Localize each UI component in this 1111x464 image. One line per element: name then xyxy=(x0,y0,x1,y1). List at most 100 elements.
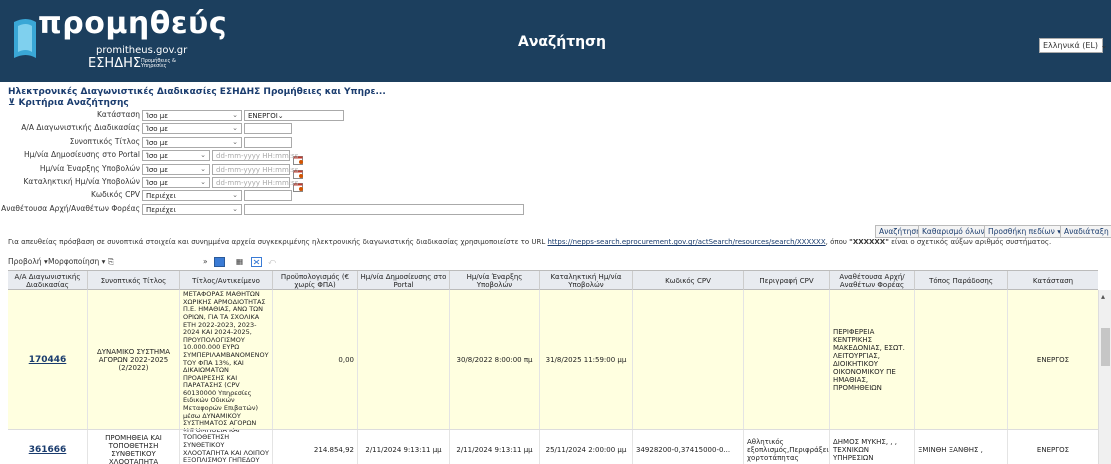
operator-select[interactable]: Ίσο με ⌄ xyxy=(142,110,242,121)
date-input[interactable]: dd-mm-yyyy HH:mm:ss xyxy=(212,150,298,161)
cell-cpv: 34928200-0,37415000-0... xyxy=(633,430,744,464)
chevron-down-icon: ⌄ xyxy=(200,165,206,173)
criteria-section-toggle[interactable]: ⊻ Κριτήρια Αναζήτησης xyxy=(8,98,129,108)
cell-end-date: 31/8/2025 11:59:00 μμ xyxy=(540,290,633,429)
cell-authority: ΠΕΡΙΦΕΡΕΙΑ ΚΕΝΤΡΙΚΗΣ ΜΑΚΕΔΟΝΙΑΣ, ΕΣΩΤ. Λ… xyxy=(830,290,915,429)
chevron-down-icon: ⌄ xyxy=(277,112,284,120)
criteria-label: Ημ/νία Έναρξης Υποβολών xyxy=(39,164,140,173)
col-authority[interactable]: Αναθέτουσα Αρχή/ Αναθέτων Φορέας xyxy=(830,271,915,291)
col-pub-date[interactable]: Ημ/νία Δημοσίευσης στο Portal xyxy=(358,271,450,291)
detach-icon[interactable]: ⎘ xyxy=(108,257,114,267)
text-input[interactable] xyxy=(244,190,292,201)
cell-end-date: 25/11/2024 2:00:00 μμ xyxy=(540,430,633,464)
cell-place xyxy=(915,290,1008,429)
scroll-up-icon[interactable]: ▴ xyxy=(1101,292,1105,301)
text-input[interactable] xyxy=(244,137,292,148)
format-menu[interactable]: Μορφοποίηση ▾ xyxy=(48,257,105,266)
criteria-label: Αναθέτουσα Αρχή/Αναθέτων Φορέας xyxy=(1,204,140,213)
cell-title: ΠΡΟΜΗΘΕΙΑ ΚΑΙ ΤΟΠΟΘΕΤΗΣΗ ΣΥΝΘΕΤΙΚΟΥ ΧΛΟΟ… xyxy=(88,430,180,464)
col-end-date[interactable]: Καταληκτική Ημ/νία Υποβολών xyxy=(540,271,633,291)
operator-select[interactable]: Ίσο με ⌄ xyxy=(142,123,242,134)
col-start-date[interactable]: Ημ/νία Έναρξης Υποβολών xyxy=(450,271,540,291)
criteria-row: Α/Α Διαγωνιστικής Διαδικασίας xyxy=(0,123,140,135)
col-aa[interactable]: Α/Α Διαγωνιστικής Διαδικασίας xyxy=(8,271,88,291)
operator-select[interactable]: Ίσο με ⌄ xyxy=(142,164,210,175)
text-input[interactable] xyxy=(244,123,292,134)
cell-subject: ΔΙΑΚΗΡΥΞΗ ΓΙΑ ΤΗΝ ΑΝΑΘΕΣΗ ΥΠΗΡΕΣΙΩΝ ΜΕΤΑ… xyxy=(180,290,273,429)
cell-title: ΔΥΝΑΜΙΚΟ ΣΥΣΤΗΜΑ ΑΓΟΡΩΝ 2022-2025 (2/202… xyxy=(88,290,180,429)
col-cpv-desc[interactable]: Περιγραφή CPV xyxy=(744,271,830,291)
cell-budget: 214.854,92 xyxy=(273,430,358,464)
brand-domain: promitheus.gov.gr xyxy=(96,45,188,56)
chevron-down-icon: ⌄ xyxy=(232,124,238,132)
criteria-row: Κωδικός CPV xyxy=(0,190,140,202)
cell-cpv-desc xyxy=(744,290,830,429)
criteria-label: Α/Α Διαγωνιστικής Διαδικασίας xyxy=(21,123,140,132)
cell-place: ΞΜΙΝΘΗ ΞΑΝΘΗΣ , xyxy=(915,430,1008,464)
criteria-label: Κωδικός CPV xyxy=(90,190,140,199)
col-budget[interactable]: Προϋπολογισμός (€ χωρίς ΦΠΑ) xyxy=(273,271,358,291)
operator-select[interactable]: Ίσο με ⌄ xyxy=(142,177,210,188)
table-row[interactable]: 170446 ΔΥΝΑΜΙΚΟ ΣΥΣΤΗΜΑ ΑΓΟΡΩΝ 2022-2025… xyxy=(8,290,1098,430)
language-select[interactable]: Ελληνικά (EL) ⌄ xyxy=(1039,38,1107,53)
criteria-label: Συνοπτικός Τίτλος xyxy=(69,137,140,146)
cell-subject: «ΠΡΟΜΗΘΕΙΑ ΚΑΙ ΤΟΠΟΘΕΤΗΣΗ ΣΥΝΘΕΤΙΚΟΥ ΧΛΟ… xyxy=(180,430,273,464)
authority-input[interactable] xyxy=(244,204,524,215)
direct-url-link[interactable]: https://nepps-search.eprocurement.gov.gr… xyxy=(547,238,825,246)
criteria-row: Ημ/νία Έναρξης Υποβολών xyxy=(0,164,140,176)
esidis-sublabel: Προμήθειες & Υπηρεσίες xyxy=(141,58,176,69)
date-input[interactable]: dd-mm-yyyy HH:mm:ss xyxy=(212,164,298,175)
cell-pub-date xyxy=(358,290,450,429)
operator-select[interactable]: Ίσο με ⌄ xyxy=(142,150,210,161)
criteria-row: Ημ/νία Δημοσίευσης στο Portal xyxy=(0,150,140,162)
tender-link[interactable]: 361666 xyxy=(29,445,67,454)
esidis-label: ΕΣΗΔΗΣ xyxy=(88,56,142,71)
expand-icon[interactable]: » xyxy=(203,257,208,266)
date-input[interactable]: dd-mm-yyyy HH:mm:ss xyxy=(212,177,298,188)
col-status[interactable]: Κατάσταση xyxy=(1008,271,1098,291)
cell-cpv xyxy=(633,290,744,429)
tender-link[interactable]: 170446 xyxy=(29,355,67,364)
chevron-down-icon: ⌄ xyxy=(232,111,238,119)
cell-status: ΕΝΕΡΓΟΣ xyxy=(1036,445,1070,454)
cell-aa: 361666 xyxy=(8,430,88,464)
collapse-icon: ⊻ xyxy=(8,98,16,108)
criteria-row: Καταληκτική Ημ/νία Υποβολών xyxy=(0,177,140,189)
reorder-button[interactable]: Αναδιάταξη xyxy=(1060,225,1111,238)
col-place[interactable]: Τόπος Παράδοσης xyxy=(915,271,1008,291)
chevron-down-icon: ⌄ xyxy=(232,191,238,199)
col-subject[interactable]: Τίτλος/Αντικείμενο xyxy=(180,271,273,291)
clear-all-button[interactable]: Καθαρισμό όλων xyxy=(918,225,989,238)
operator-select[interactable]: Περιέχει ⌄ xyxy=(142,190,242,201)
col-title[interactable]: Συνοπτικός Τίτλος xyxy=(88,271,180,291)
cell-pub-date: 2/11/2024 9:13:11 μμ xyxy=(358,430,450,464)
app-header: προμηθεύς promitheus.gov.gr ΕΣΗΔΗΣ Προμή… xyxy=(0,0,1111,82)
cell-start-date: 30/8/2022 8:00:00 πμ xyxy=(450,290,540,429)
chevron-down-icon: ⌄ xyxy=(232,205,238,213)
export-icon[interactable] xyxy=(251,257,262,269)
promitheus-logo[interactable]: προμηθεύς promitheus.gov.gr ΕΣΗΔΗΣ Προμή… xyxy=(8,4,227,78)
scroll-thumb[interactable] xyxy=(1101,328,1110,366)
operator-select[interactable]: Περιέχει ⌄ xyxy=(142,204,242,215)
vertical-scrollbar[interactable]: ▴ xyxy=(1098,290,1111,464)
criteria-label: Καταληκτική Ημ/νία Υποβολών xyxy=(23,177,140,186)
chevron-down-icon: ⌄ xyxy=(232,138,238,146)
cell-aa: 170446 xyxy=(8,290,88,429)
chevron-down-icon: ⌄ xyxy=(200,178,206,186)
page-heading: Ηλεκτρονικές Διαγωνιστικές Διαδικασίες Ε… xyxy=(8,87,386,97)
status-select[interactable]: ΕΝΕΡΓΟΙ⌄ xyxy=(244,110,344,121)
col-cpv[interactable]: Κωδικός CPV xyxy=(633,271,744,291)
results-toolbar: Προβολή ▾ Μορφοποίηση ▾ ⎘ » ▦ ⤺ xyxy=(8,255,1103,270)
criteria-label: Ημ/νία Δημοσίευσης στο Portal xyxy=(23,150,140,159)
add-fields-button[interactable]: Προσθήκη πεδίων ▾ xyxy=(984,225,1065,238)
criteria-label: Κατάσταση xyxy=(96,110,140,119)
info-text: Για απευθείας πρόσβαση σε συνοπτικά στοι… xyxy=(8,238,1052,246)
operator-select[interactable]: Ίσο με ⌄ xyxy=(142,137,242,148)
freeze-icon[interactable] xyxy=(214,257,225,269)
view-menu[interactable]: Προβολή ▾ xyxy=(8,257,48,266)
wrap-icon[interactable]: ⤺ xyxy=(268,257,276,267)
table-row[interactable]: 361666 ΠΡΟΜΗΘΕΙΑ ΚΑΙ ΤΟΠΟΘΕΤΗΣΗ ΣΥΝΘΕΤΙΚ… xyxy=(8,430,1098,464)
criteria-row: Κατάσταση xyxy=(0,110,140,122)
criteria-row: Συνοπτικός Τίτλος xyxy=(0,137,140,149)
grid-icon[interactable]: ▦ xyxy=(236,257,243,266)
